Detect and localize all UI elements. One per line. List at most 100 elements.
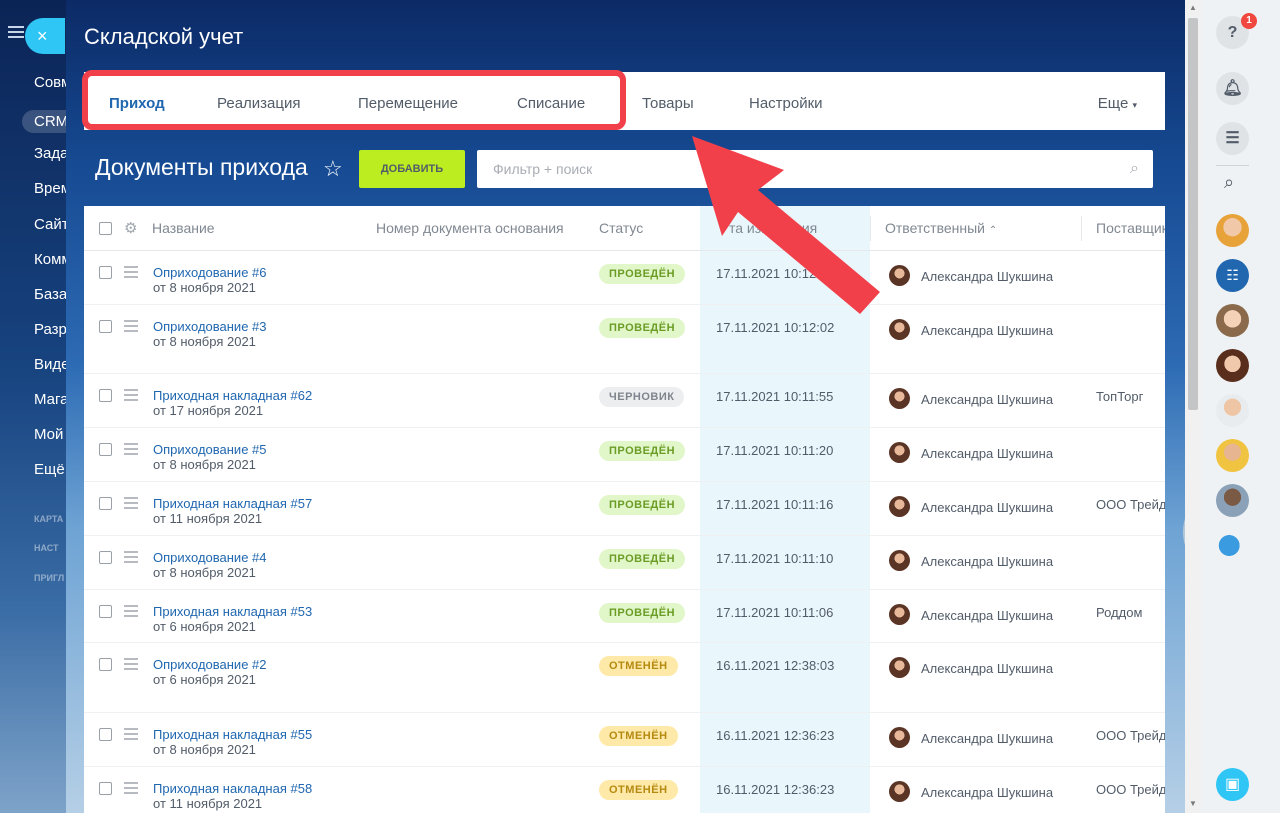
table-row[interactable]: Оприходование #3 от 8 ноября 2021 ПРОВЕДЁН… — [84, 305, 1165, 374]
scroll-down-icon[interactable]: ▼ — [1189, 799, 1197, 808]
avatar[interactable] — [889, 727, 910, 748]
document-link[interactable]: Приходная накладная #57 — [153, 496, 312, 511]
sidebar-section-label[interactable]: НАСТ — [34, 543, 59, 553]
column-name[interactable]: Название — [152, 220, 215, 236]
responsible-name[interactable]: Александра Шукшина — [921, 446, 1053, 461]
avatar[interactable] — [889, 604, 910, 625]
table-row[interactable]: Приходная накладная #55 от 8 ноября 2021 О… — [84, 713, 1165, 767]
row-checkbox[interactable] — [99, 658, 112, 671]
responsible-name[interactable]: Александра Шукшина — [921, 785, 1053, 800]
tab-products[interactable]: Товары — [642, 95, 694, 112]
add-button[interactable]: ДОБАВИТЬ — [359, 150, 465, 188]
table-row[interactable]: Оприходование #5 от 8 ноября 2021 ПРОВЕДЁН… — [84, 428, 1165, 482]
column-base-document[interactable]: Номер документа основания — [376, 220, 564, 236]
responsible-name[interactable]: Александра Шукшина — [921, 500, 1053, 515]
menu-icon[interactable] — [8, 26, 24, 41]
row-checkbox[interactable] — [99, 497, 112, 510]
document-link[interactable]: Оприходование #4 — [153, 550, 267, 565]
star-icon[interactable]: ☆ — [323, 156, 343, 182]
drag-handle-icon[interactable] — [124, 443, 138, 458]
column-responsible[interactable]: Ответственный ⌃ — [885, 220, 997, 236]
column-status[interactable]: Статус — [599, 220, 643, 236]
drag-handle-icon[interactable] — [124, 782, 138, 797]
table-row[interactable]: Приходная накладная #53 от 6 ноября 2021 П… — [84, 590, 1165, 643]
vertical-scrollbar[interactable]: ▲ ▼ — [1185, 0, 1201, 813]
bell-icon[interactable]: 🔔︎ — [1216, 72, 1249, 105]
document-link[interactable]: Оприходование #3 — [153, 319, 267, 334]
drag-handle-icon[interactable] — [124, 728, 138, 743]
table-row[interactable]: Приходная накладная #57 от 11 ноября 2021… — [84, 482, 1165, 536]
drag-handle-icon[interactable] — [124, 551, 138, 566]
select-all-checkbox[interactable] — [99, 222, 112, 235]
row-checkbox[interactable] — [99, 782, 112, 795]
sidebar-item[interactable]: Виде — [34, 356, 66, 373]
sidebar-item[interactable]: Ещё — [34, 461, 65, 478]
avatar[interactable] — [889, 388, 910, 409]
row-checkbox[interactable] — [99, 728, 112, 741]
responsible-name[interactable]: Александра Шукшина — [921, 554, 1053, 569]
avatar[interactable] — [889, 442, 910, 463]
close-slider-button[interactable]: × — [25, 18, 65, 54]
drag-handle-icon[interactable] — [124, 389, 138, 404]
sidebar-item[interactable]: Разр — [34, 321, 66, 338]
drag-handle-icon[interactable] — [124, 658, 138, 673]
tab-more[interactable]: Еще ▾ — [1098, 95, 1137, 112]
drag-handle-icon[interactable] — [124, 320, 138, 335]
drag-handle-icon[interactable] — [124, 497, 138, 512]
row-checkbox[interactable] — [99, 443, 112, 456]
table-row[interactable]: Оприходование #4 от 8 ноября 2021 ПРОВЕДЁН… — [84, 536, 1165, 590]
avatar[interactable] — [889, 496, 910, 517]
sidebar-section-label[interactable]: ПРИГЛ — [34, 573, 64, 583]
avatar[interactable] — [1216, 349, 1249, 382]
responsible-name[interactable]: Александра Шукшина — [921, 661, 1053, 676]
sidebar-item[interactable]: Врем — [34, 180, 66, 197]
table-row[interactable]: Оприходование #6 от 8 ноября 2021 ПРОВЕДЁН… — [84, 251, 1165, 305]
responsible-name[interactable]: Александра Шукшина — [921, 269, 1053, 284]
column-supplier[interactable]: Поставщик — [1096, 220, 1165, 236]
document-link[interactable]: Оприходование #5 — [153, 442, 267, 457]
document-link[interactable]: Оприходование #6 — [153, 265, 267, 280]
tab-settings[interactable]: Настройки — [749, 95, 823, 112]
avatar[interactable] — [889, 550, 910, 571]
row-checkbox[interactable] — [99, 389, 112, 402]
responsible-name[interactable]: Александра Шукшина — [921, 323, 1053, 338]
avatar[interactable] — [1216, 484, 1249, 517]
document-link[interactable]: Приходная накладная #55 — [153, 727, 312, 742]
chat-icon[interactable]: ☰ — [1216, 122, 1249, 155]
document-link[interactable]: Приходная накладная #53 — [153, 604, 312, 619]
sidebar-item[interactable]: Комм — [34, 251, 66, 268]
sidebar-item[interactable]: Совм — [34, 74, 66, 91]
document-link[interactable]: Приходная накладная #58 — [153, 781, 312, 796]
document-link[interactable]: Приходная накладная #62 — [153, 388, 312, 403]
responsible-name[interactable]: Александра Шукшина — [921, 392, 1053, 407]
sidebar-item[interactable]: База — [34, 286, 66, 303]
avatar[interactable] — [1216, 394, 1249, 427]
row-checkbox[interactable] — [99, 266, 112, 279]
responsible-name[interactable]: Александра Шукшина — [921, 608, 1053, 623]
row-checkbox[interactable] — [99, 320, 112, 333]
sidebar-item[interactable]: Зада — [34, 145, 66, 162]
sidebar-item[interactable]: Мага — [34, 391, 66, 408]
sidebar-section-label[interactable]: КАРТА — [34, 514, 63, 524]
avatar[interactable] — [889, 657, 910, 678]
sidebar-item[interactable]: Мой — [34, 426, 63, 443]
sidebar-item[interactable]: Сайт — [34, 216, 66, 233]
table-row[interactable]: Приходная накладная #62 от 17 ноября 2021… — [84, 374, 1165, 428]
responsible-name[interactable]: Александра Шукшина — [921, 731, 1053, 746]
drag-handle-icon[interactable] — [124, 605, 138, 620]
gear-icon[interactable]: ⚙ — [124, 219, 137, 237]
row-checkbox[interactable] — [99, 551, 112, 564]
scroll-up-icon[interactable]: ▲ — [1189, 3, 1197, 12]
drag-handle-icon[interactable] — [124, 266, 138, 281]
bird-icon[interactable] — [1216, 529, 1249, 562]
document-link[interactable]: Оприходование #2 — [153, 657, 267, 672]
table-row[interactable]: Оприходование #2 от 6 ноября 2021 ОТМЕНЁН 1… — [84, 643, 1165, 713]
row-checkbox[interactable] — [99, 605, 112, 618]
avatar[interactable] — [889, 781, 910, 802]
scroll-thumb[interactable] — [1188, 18, 1198, 410]
avatar[interactable] — [1216, 304, 1249, 337]
search-icon[interactable]: ⌕ — [1130, 150, 1139, 188]
avatar[interactable] — [1216, 214, 1249, 247]
avatar[interactable] — [889, 265, 910, 286]
avatar[interactable] — [1216, 439, 1249, 472]
